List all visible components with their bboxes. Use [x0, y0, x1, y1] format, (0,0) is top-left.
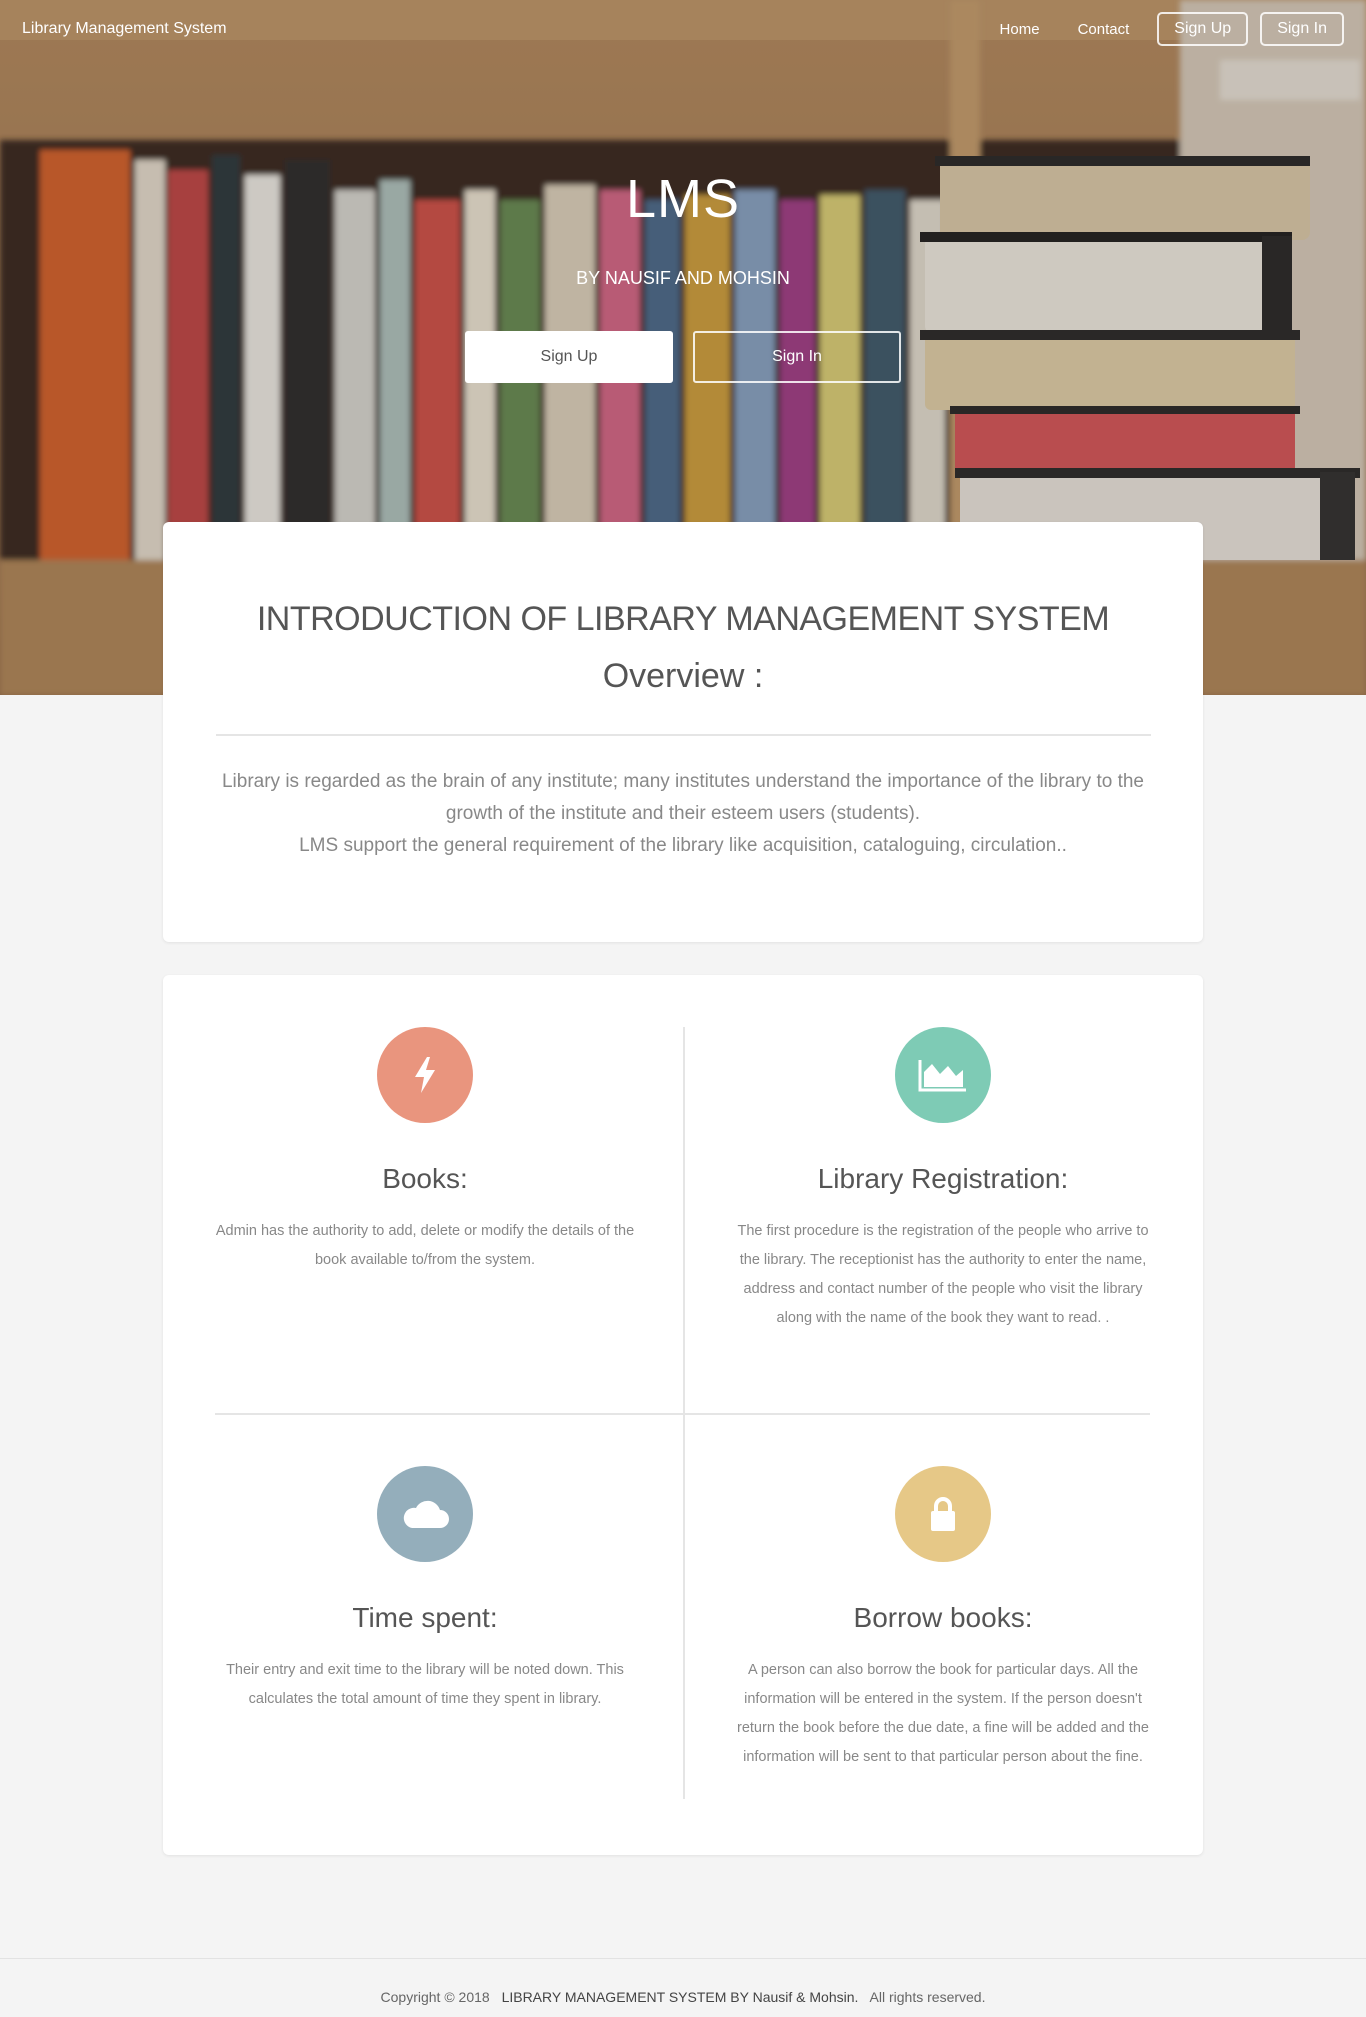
features-card: Books: Admin has the authority to add, d…	[163, 975, 1203, 1855]
footer: Copyright © 2018 LIBRARY MANAGEMENT SYST…	[0, 1958, 1366, 2017]
feature-time-spent: Time spent: Their entry and exit time to…	[215, 1466, 635, 1714]
cloud-icon	[377, 1466, 473, 1562]
feature-library-registration: Library Registration: The first procedur…	[733, 1027, 1153, 1333]
footer-copyright: Copyright © 2018	[380, 1989, 490, 2005]
intro-title: INTRODUCTION OF LIBRARY MANAGEMENT SYSTE…	[256, 600, 1110, 638]
intro-card: INTRODUCTION OF LIBRARY MANAGEMENT SYSTE…	[163, 522, 1203, 942]
nav-signup-button[interactable]: Sign Up	[1157, 12, 1249, 46]
feature-text: Their entry and exit time to the library…	[226, 1662, 624, 1707]
hero-title: LMS	[625, 169, 741, 229]
feature-title: Time spent:	[352, 1602, 498, 1633]
feature-borrow-books: Borrow books: A person can also borrow t…	[733, 1466, 1153, 1772]
hero-button-group: Sign Up Sign In	[465, 331, 901, 383]
feature-title: Books:	[382, 1163, 468, 1194]
intro-text-line-2: LMS support the general requirement of t…	[299, 835, 1067, 856]
feature-text: A person can also borrow the book for pa…	[737, 1662, 1149, 1765]
horizontal-divider	[215, 1413, 1150, 1415]
feature-text: Admin has the authority to add, delete o…	[215, 1223, 635, 1268]
nav-link-contact[interactable]: Contact	[1078, 21, 1130, 38]
hero-subtitle: BY NAUSIF AND MOHSIN	[576, 268, 790, 288]
nav-signin-button[interactable]: Sign In	[1260, 12, 1344, 46]
lock-icon	[895, 1466, 991, 1562]
intro-subtitle: Overview :	[602, 657, 764, 695]
footer-site-name: LIBRARY MANAGEMENT SYSTEM BY Nausif & Mo…	[501, 1989, 859, 2005]
feature-books: Books: Admin has the authority to add, d…	[215, 1027, 635, 1275]
feature-title: Library Registration:	[817, 1163, 1069, 1194]
hero-signin-button[interactable]: Sign In	[693, 331, 901, 383]
hero-signup-button[interactable]: Sign Up	[465, 331, 673, 383]
top-navbar: Library Management System Home Contact S…	[0, 0, 1366, 58]
intro-text-line-1: Library is regarded as the brain of any …	[221, 771, 1144, 824]
intro-text: Library is regarded as the brain of any …	[213, 766, 1153, 862]
brand-logo[interactable]: Library Management System	[22, 20, 962, 38]
feature-text: The first procedure is the registration …	[737, 1223, 1149, 1326]
nav-link-home[interactable]: Home	[1000, 21, 1040, 38]
lightning-icon	[377, 1027, 473, 1123]
feature-title: Borrow books:	[853, 1602, 1033, 1633]
intro-divider	[215, 734, 1151, 736]
footer-rights: All rights reserved.	[869, 1989, 986, 2005]
area-chart-icon	[895, 1027, 991, 1123]
